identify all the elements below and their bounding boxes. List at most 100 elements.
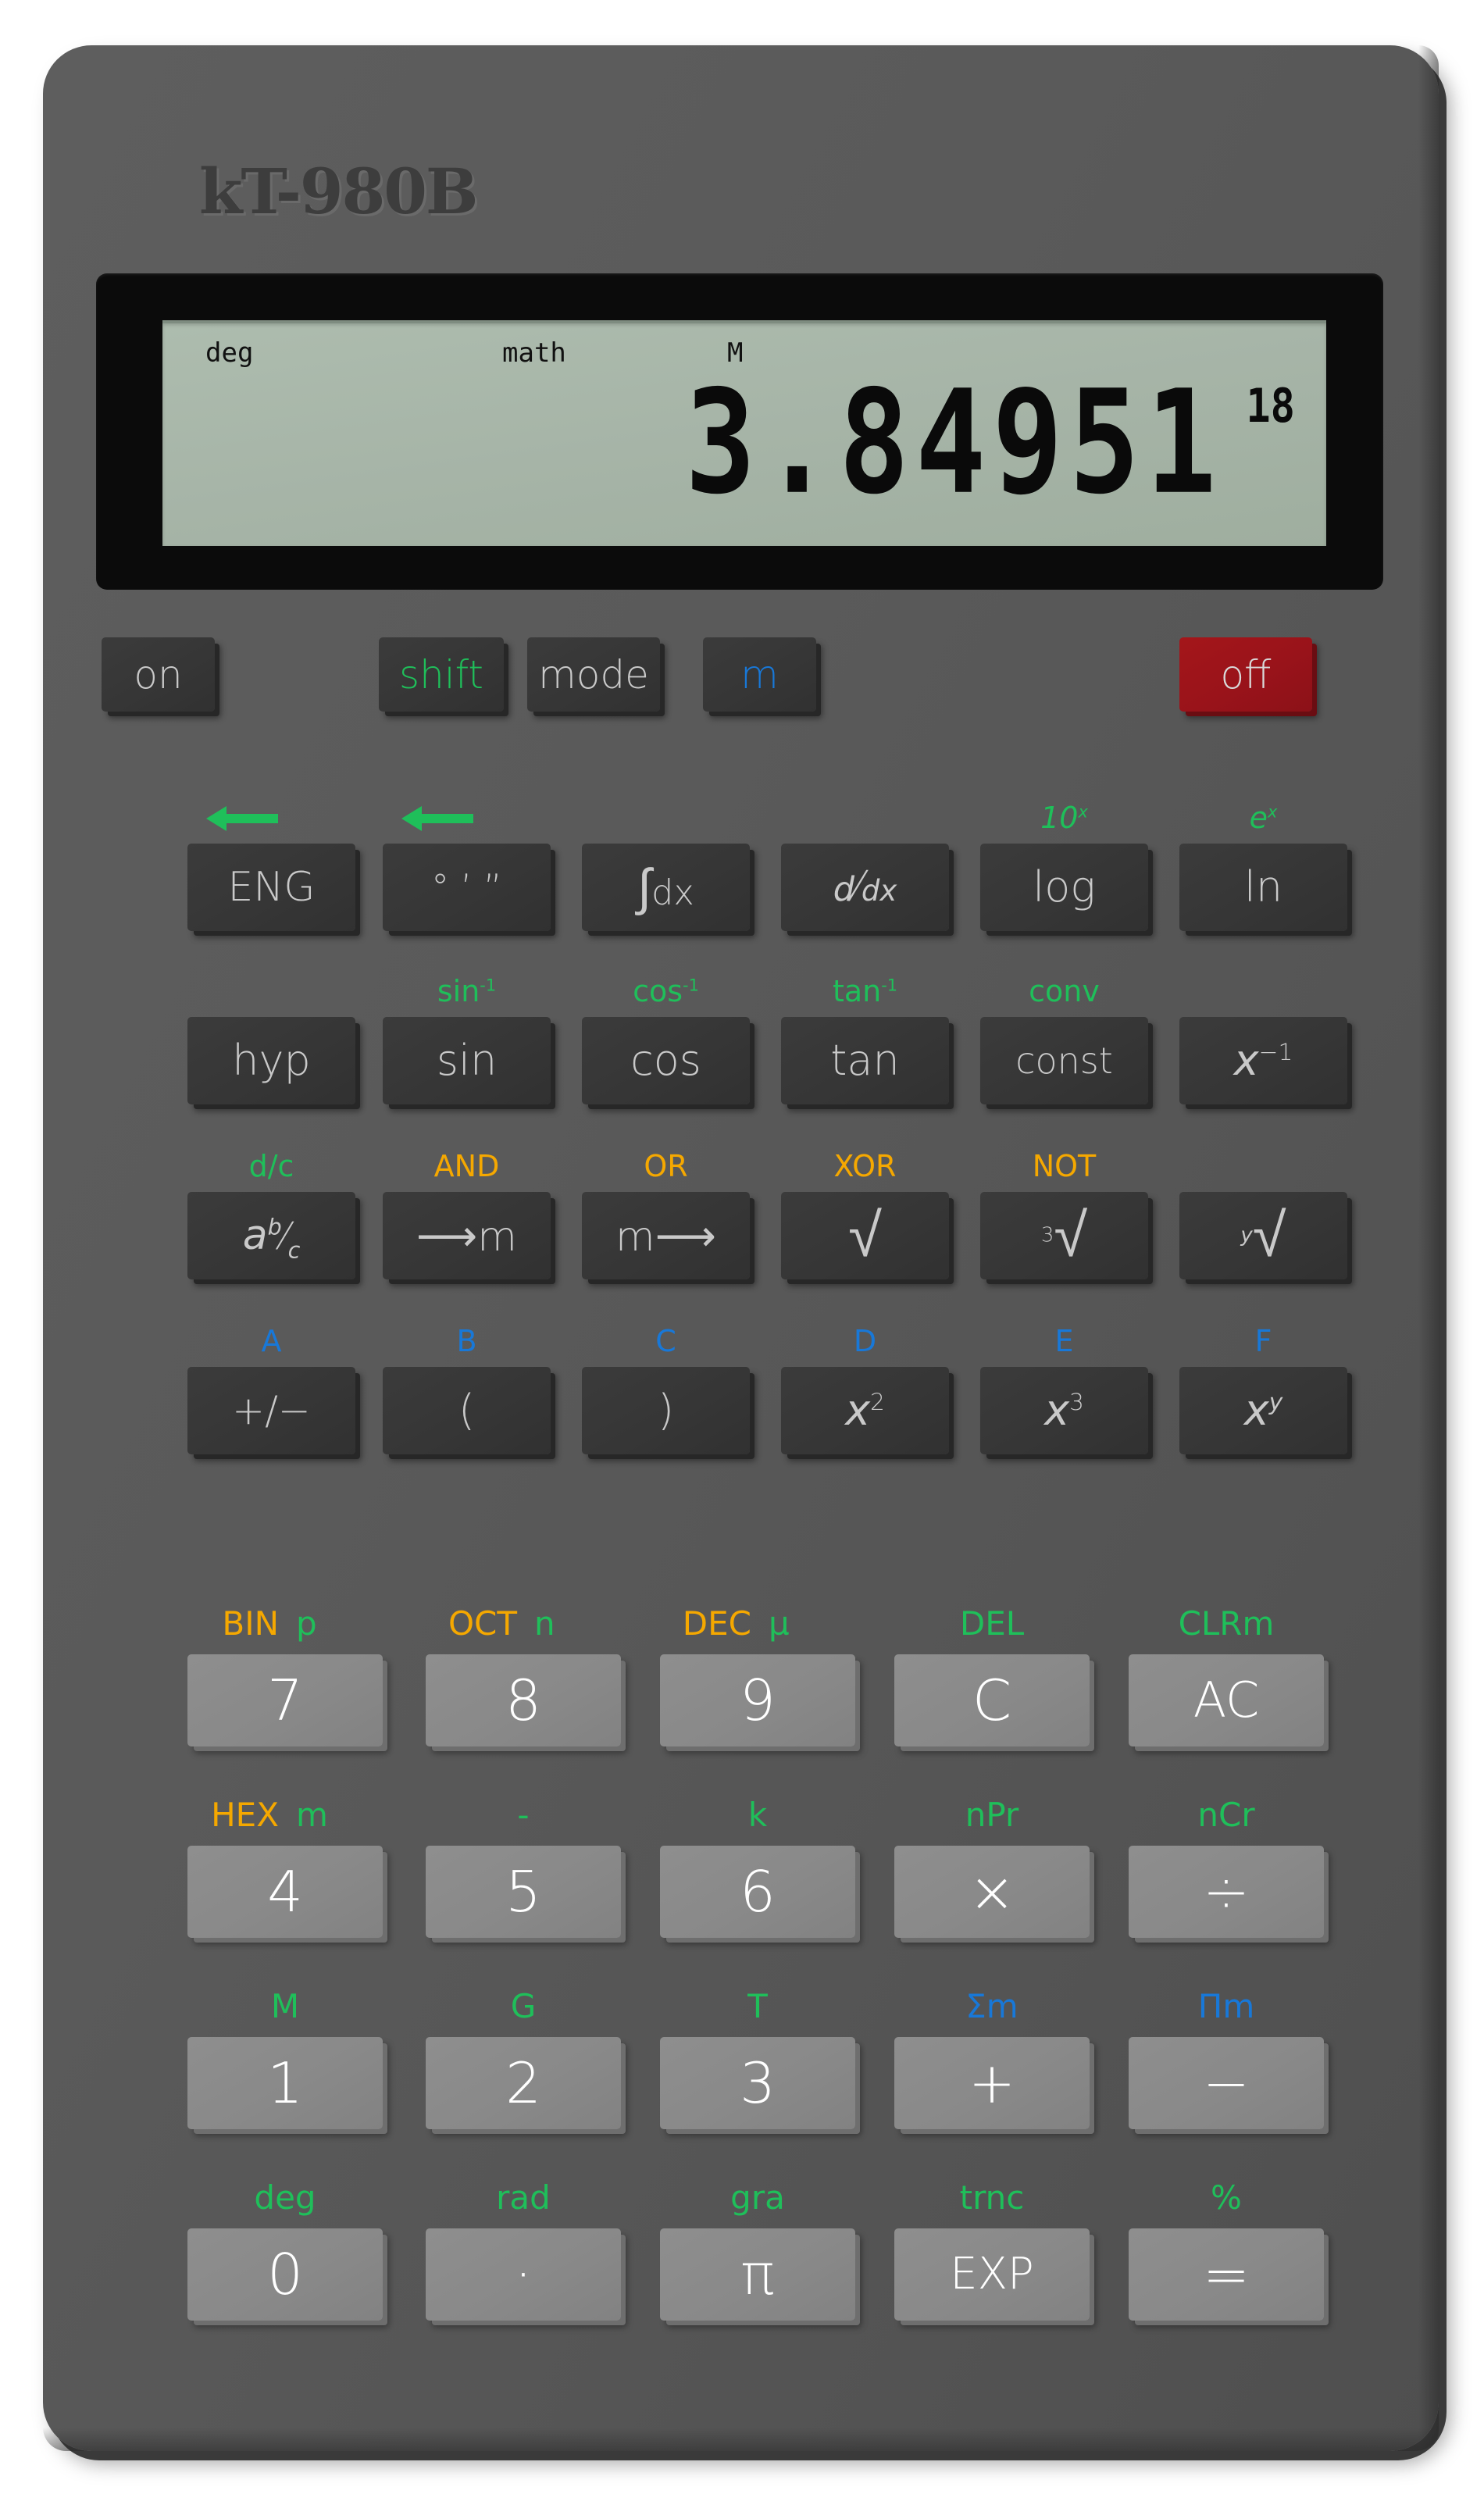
key-d-dx[interactable]: d⁄dx xyxy=(781,844,949,931)
secondary-label-hex: HEX xyxy=(211,1796,279,1834)
key-log[interactable]: log xyxy=(980,844,1148,931)
key-m[interactable]: m⟶ xyxy=(582,1192,750,1279)
key-label: mode xyxy=(538,651,649,697)
key-key[interactable]: ° ’ ” xyxy=(383,844,551,931)
key-label: ∫dx xyxy=(637,858,694,917)
secondary-label-key: % xyxy=(1211,2178,1242,2217)
secondary-label-m: m xyxy=(296,1796,328,1834)
secondary-label-key: - xyxy=(517,1796,530,1834)
key-2[interactable]: 2 xyxy=(426,2037,621,2129)
key-x[interactable]: x3 xyxy=(980,1367,1148,1454)
secondary-label-b: B xyxy=(456,1324,477,1358)
key-m[interactable]: ⟶m xyxy=(383,1192,551,1279)
key-label: 8 xyxy=(505,1668,541,1733)
key-eng[interactable]: ENG xyxy=(187,844,355,931)
key-divide[interactable]: ÷ xyxy=(1129,1846,1324,1938)
key-label: 3√ xyxy=(1040,1201,1088,1271)
key-minus[interactable]: − xyxy=(1129,2037,1324,2129)
key-equals[interactable]: = xyxy=(1129,2228,1324,2321)
key-1[interactable]: 1 xyxy=(187,2037,383,2129)
key-label: + xyxy=(968,2050,1016,2116)
secondary-label-d: D xyxy=(853,1324,877,1358)
key-7[interactable]: 7 xyxy=(187,1654,383,1746)
key-m[interactable]: m xyxy=(703,637,816,712)
key-key[interactable]: y√ xyxy=(1179,1192,1347,1279)
key-label: ENG xyxy=(227,864,316,911)
secondary-label-xor: XOR xyxy=(833,1149,897,1183)
key-x[interactable]: x−1 xyxy=(1179,1017,1347,1104)
secondary-label-gra: gra xyxy=(730,2178,785,2217)
secondary-label-clrm: CLRm xyxy=(1178,1604,1275,1643)
key-4[interactable]: 4 xyxy=(187,1846,383,1938)
key-label: tan xyxy=(830,1036,900,1085)
key-ac[interactable]: AC xyxy=(1129,1654,1324,1746)
key-0[interactable]: 0 xyxy=(187,2228,383,2321)
lcd-indicator-angle-mode: deg xyxy=(205,337,254,369)
key-off[interactable]: off xyxy=(1179,637,1312,712)
key-label: cos xyxy=(630,1036,701,1085)
key-label: 4 xyxy=(267,1859,303,1925)
key-plus[interactable]: + xyxy=(894,2037,1090,2129)
key-8[interactable]: 8 xyxy=(426,1654,621,1746)
secondary-label-k: k xyxy=(747,1796,768,1834)
key-label: x2 xyxy=(845,1386,885,1435)
key-key[interactable]: √ xyxy=(781,1192,949,1279)
key-mode[interactable]: mode xyxy=(527,637,660,712)
key-key[interactable]: 3√ xyxy=(980,1192,1148,1279)
key-c[interactable]: C xyxy=(894,1654,1090,1746)
key-hyp[interactable]: hyp xyxy=(187,1017,355,1104)
secondary-label-t: T xyxy=(747,1987,768,2025)
lcd-readout: 3.84951 18 xyxy=(685,372,1295,515)
key-label: π xyxy=(740,2242,775,2307)
lcd-exponent: 18 xyxy=(1246,380,1295,433)
key-shift[interactable]: shift xyxy=(379,637,504,712)
secondary-label-cos: cos-1 xyxy=(633,974,699,1008)
key-label: log xyxy=(1033,862,1096,912)
secondary-label-n: n xyxy=(534,1604,555,1643)
arrow-left-icon xyxy=(205,803,280,834)
key-ln[interactable]: ln xyxy=(1179,844,1347,931)
secondary-label-ncr: nCr xyxy=(1197,1796,1255,1834)
key-3[interactable]: 3 xyxy=(660,2037,855,2129)
key-key[interactable]: ) xyxy=(582,1367,750,1454)
secondary-label-key: µ xyxy=(769,1604,790,1643)
key-dx[interactable]: ∫dx xyxy=(582,844,750,931)
key-key[interactable]: +/− xyxy=(187,1367,355,1454)
key-label: off xyxy=(1220,651,1272,697)
key-x[interactable]: x2 xyxy=(781,1367,949,1454)
key-on[interactable]: on xyxy=(102,637,215,712)
key-label: x−1 xyxy=(1233,1036,1293,1085)
key-label: × xyxy=(968,1859,1016,1925)
key-5[interactable]: 5 xyxy=(426,1846,621,1938)
key-tan[interactable]: tan xyxy=(781,1017,949,1104)
key-label: 0 xyxy=(267,2242,303,2307)
key-9[interactable]: 9 xyxy=(660,1654,855,1746)
lcd-indicator-math-mode: math xyxy=(502,337,566,369)
secondary-label-bin: BIN xyxy=(222,1604,279,1643)
key-label: const xyxy=(1015,1040,1113,1082)
key-cos[interactable]: cos xyxy=(582,1017,750,1104)
key-label: · xyxy=(514,2242,533,2307)
key-pi[interactable]: π xyxy=(660,2228,855,2321)
key-key[interactable]: ( xyxy=(383,1367,551,1454)
key-x[interactable]: xy xyxy=(1179,1367,1347,1454)
key-const[interactable]: const xyxy=(980,1017,1148,1104)
secondary-label-p: p xyxy=(296,1604,317,1643)
key-label: − xyxy=(1202,2050,1250,2116)
key-decimal-point[interactable]: · xyxy=(426,2228,621,2321)
key-label: on xyxy=(134,651,183,697)
key-exp[interactable]: EXP xyxy=(894,2228,1090,2321)
key-ab-c[interactable]: ab⁄c xyxy=(187,1192,355,1279)
key-sin[interactable]: sin xyxy=(383,1017,551,1104)
key-label: 2 xyxy=(505,2050,541,2116)
key-label: sin xyxy=(436,1036,498,1085)
key-label: 7 xyxy=(267,1668,303,1733)
key-label: y√ xyxy=(1240,1201,1286,1271)
key-6[interactable]: 6 xyxy=(660,1846,855,1938)
secondary-label-or: OR xyxy=(644,1149,688,1183)
key-label: C xyxy=(972,1668,1012,1733)
secondary-label-dec: DEC xyxy=(682,1604,751,1643)
key-label: 3 xyxy=(740,2050,776,2116)
key-multiply[interactable]: × xyxy=(894,1846,1090,1938)
key-label: ) xyxy=(657,1386,675,1435)
